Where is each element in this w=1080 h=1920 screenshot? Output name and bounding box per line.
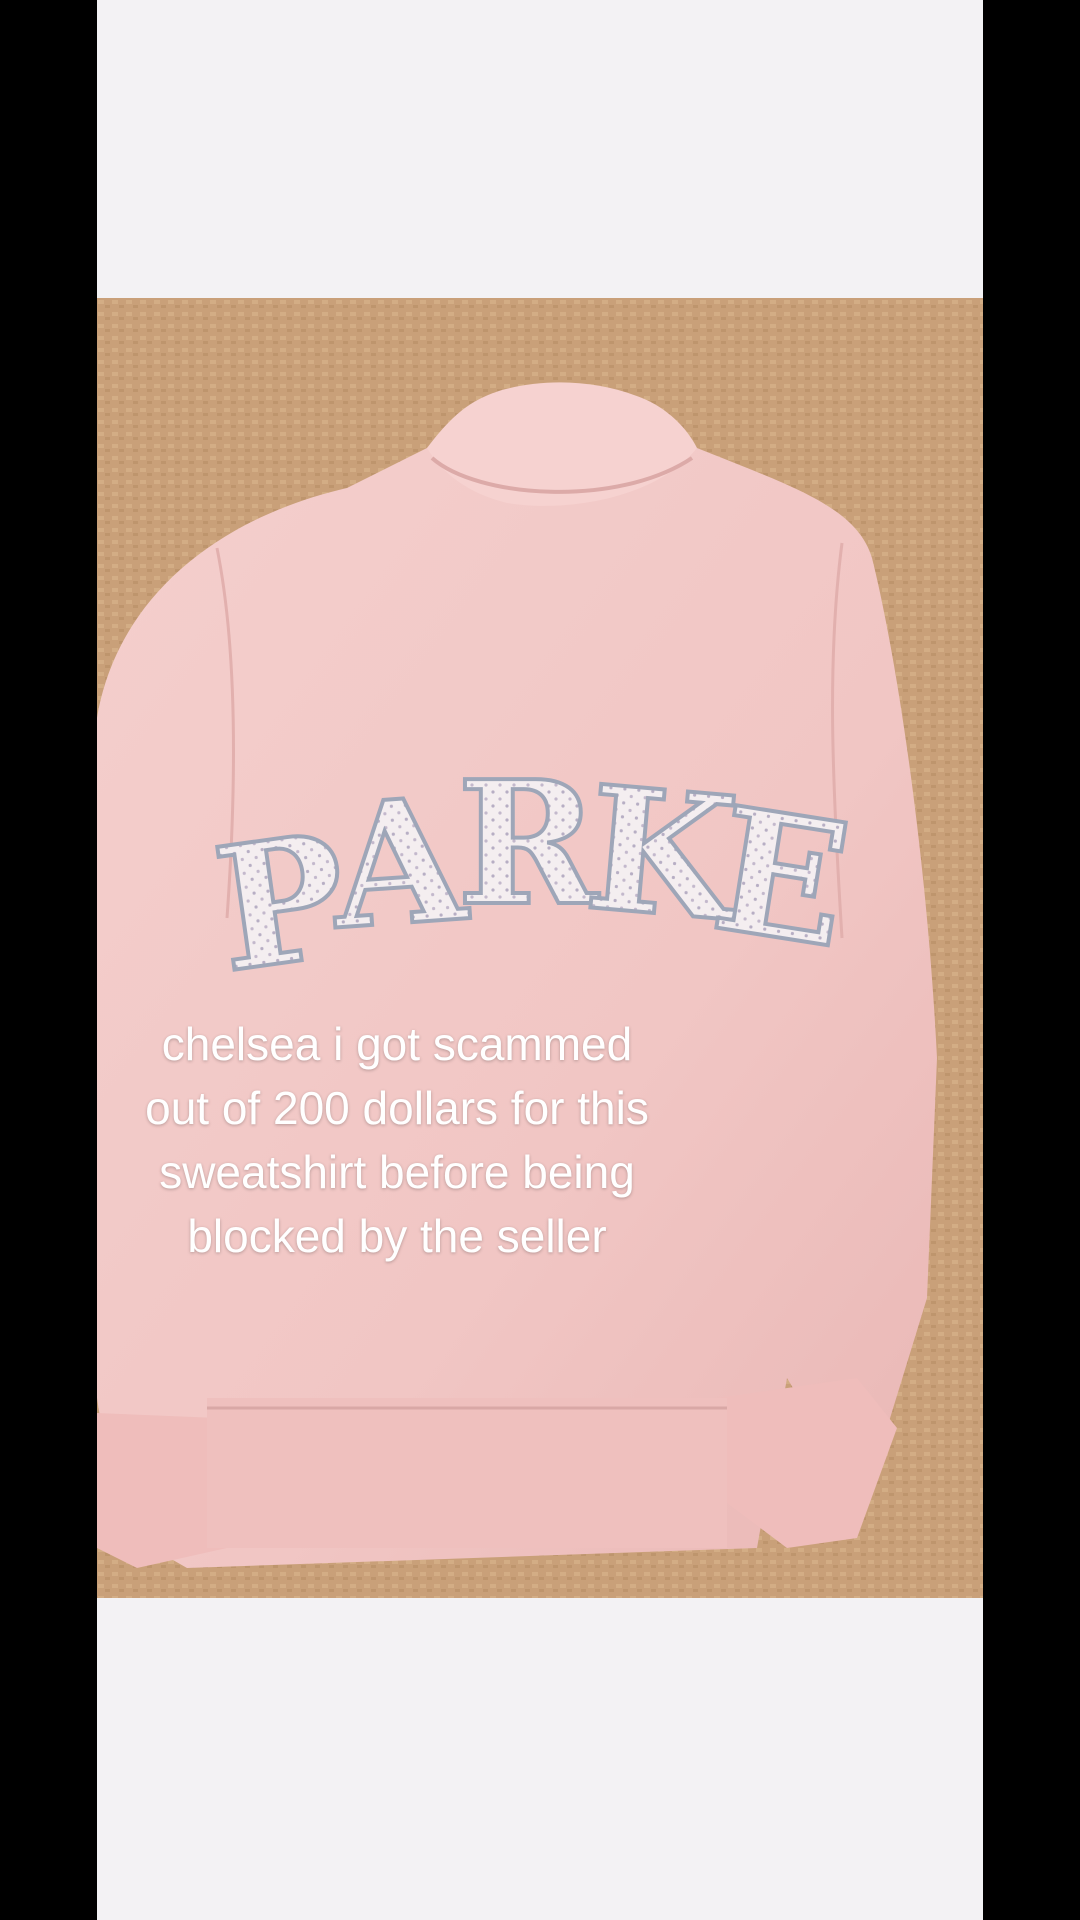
caption-line: sweatshirt before being: [159, 1146, 635, 1198]
sweatshirt-image: P A R K E: [97, 298, 983, 1598]
overlay-caption: chelsea i got scammed out of 200 dollars…: [97, 1012, 697, 1268]
svg-text:A: A: [324, 759, 474, 968]
waistband: [207, 1398, 727, 1548]
svg-text:R: R: [457, 744, 600, 944]
sweatshirt-photo: P A R K E: [97, 298, 983, 1598]
caption-line: chelsea i got scammed: [161, 1018, 633, 1070]
video-frame: P A R K E chelsea i got scammed out of 2…: [97, 0, 983, 1920]
caption-line: blocked by the seller: [187, 1210, 607, 1262]
caption-line: out of 200 dollars for this: [145, 1082, 649, 1134]
